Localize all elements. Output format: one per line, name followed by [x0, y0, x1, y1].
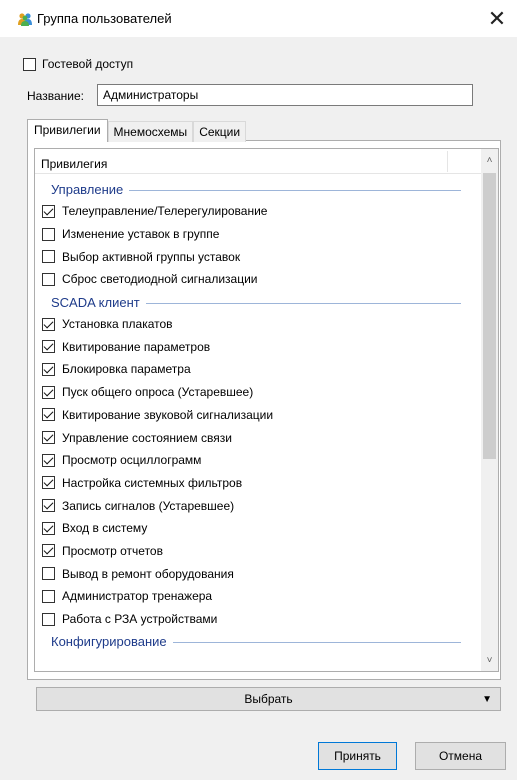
- privilege-checkbox[interactable]: [42, 227, 55, 241]
- privilege-label: Просмотр осциллограмм: [62, 453, 202, 468]
- privilege-label: Вывод в ремонт оборудования: [62, 566, 234, 581]
- name-input[interactable]: [97, 84, 473, 106]
- scrollbar-thumb[interactable]: [483, 173, 496, 459]
- privilege-label: Настройка системных фильтров: [62, 475, 243, 490]
- scroll-up-icon[interactable]: ˄: [481, 152, 498, 169]
- privilege-item[interactable]: Квитирование параметров: [35, 335, 481, 358]
- tab-privileges[interactable]: Привилегии: [27, 119, 108, 142]
- privilege-item[interactable]: Квитирование звуковой сигнализации: [35, 404, 481, 427]
- privilege-checkbox[interactable]: [42, 272, 55, 286]
- privilege-label: Квитирование параметров: [62, 339, 211, 354]
- privilege-item[interactable]: Управление состоянием связи: [35, 426, 481, 449]
- privilege-checkbox[interactable]: [42, 499, 55, 513]
- group-title: SCADA клиент: [51, 294, 146, 310]
- privilege-item[interactable]: Запись сигналов (Устаревшее): [35, 494, 481, 517]
- privilege-label: Работа с РЗА устройствами: [62, 612, 218, 627]
- privilege-checkbox[interactable]: [42, 340, 55, 354]
- privilege-label: Просмотр отчетов: [62, 543, 163, 558]
- group-header: Конфигурирование: [35, 630, 481, 652]
- privilege-checkbox[interactable]: [42, 431, 55, 445]
- group-title: Управление: [51, 182, 130, 197]
- privilege-checkbox[interactable]: [42, 317, 55, 331]
- privilege-checkbox[interactable]: [42, 385, 55, 399]
- group-header: Управление: [35, 178, 481, 200]
- privilege-label: Управление состоянием связи: [62, 430, 232, 445]
- privilege-checkbox[interactable]: [42, 204, 55, 218]
- privilege-label: Сброс светодиодной сигнализации: [62, 272, 258, 287]
- guest-access-row[interactable]: Гостевой доступ: [23, 57, 133, 71]
- group-header: SCADA клиент: [35, 291, 481, 313]
- privilege-item[interactable]: Просмотр осциллограмм: [35, 449, 481, 472]
- name-label: Название:: [27, 89, 84, 103]
- privilege-label: Выбор активной группы уставок: [62, 249, 241, 264]
- privilege-checkbox[interactable]: [42, 453, 55, 467]
- tab-mnemonics[interactable]: Мнемосхемы: [107, 121, 194, 142]
- close-icon: ✕: [487, 6, 507, 31]
- column-divider: [447, 151, 448, 172]
- privilege-item[interactable]: Телеуправление/Телерегулирование: [35, 200, 481, 223]
- privilege-checkbox[interactable]: [42, 362, 55, 376]
- privilege-item[interactable]: Просмотр отчетов: [35, 540, 481, 563]
- tab-sections[interactable]: Секции: [193, 121, 247, 142]
- privilege-checkbox[interactable]: [42, 476, 55, 490]
- privilege-item[interactable]: Администратор тренажера: [35, 585, 481, 608]
- vertical-scrollbar[interactable]: ˄ ˅: [481, 149, 498, 671]
- privilege-item[interactable]: Сброс светодиодной сигнализации: [35, 268, 481, 291]
- column-header-privilege: Привилегия: [41, 157, 108, 171]
- privilege-label: Пуск общего опроса (Устаревшее): [62, 385, 254, 400]
- privilege-checkbox[interactable]: [42, 589, 55, 603]
- cancel-button[interactable]: Отмена: [415, 742, 506, 770]
- guest-access-checkbox[interactable]: [23, 57, 36, 71]
- privilege-item[interactable]: Пуск общего опроса (Устаревшее): [35, 381, 481, 404]
- privilege-item[interactable]: Настройка системных фильтров: [35, 472, 481, 495]
- scroll-down-icon[interactable]: ˅: [481, 652, 498, 669]
- privilege-item[interactable]: Изменение уставок в группе: [35, 223, 481, 246]
- group-title: Конфигурирование: [51, 634, 173, 650]
- privilege-label: Вход в систему: [62, 521, 148, 536]
- privilege-checkbox[interactable]: [42, 612, 55, 626]
- privilege-item[interactable]: Выбор активной группы уставок: [35, 245, 481, 268]
- privilege-label: Администратор тренажера: [62, 589, 213, 604]
- privilege-label: Телеуправление/Телерегулирование: [62, 204, 268, 219]
- accept-button[interactable]: Принять: [318, 742, 397, 770]
- privilege-checkbox[interactable]: [42, 408, 55, 422]
- select-button[interactable]: Выбрать ▼: [36, 687, 501, 711]
- privilege-checkbox[interactable]: [42, 544, 55, 558]
- privileges-rows: Управление Телеуправление/Телерегулирован…: [35, 178, 481, 652]
- tab-strip: Привилегии Мнемосхемы Секции: [27, 119, 247, 142]
- privilege-label: Блокировка параметра: [62, 362, 191, 377]
- privilege-item[interactable]: Вход в систему: [35, 517, 481, 540]
- privilege-item[interactable]: Установка плакатов: [35, 313, 481, 336]
- dropdown-arrow-icon[interactable]: ▼: [482, 694, 492, 705]
- guest-access-label: Гостевой доступ: [42, 57, 134, 71]
- close-button[interactable]: ✕: [477, 0, 517, 38]
- column-header[interactable]: Привилегия: [35, 149, 481, 174]
- privilege-item[interactable]: Вывод в ремонт оборудования: [35, 562, 481, 585]
- privileges-list: Привилегия Управление Телеуправление/Теле…: [34, 148, 499, 672]
- users-icon: [18, 13, 32, 26]
- privilege-checkbox[interactable]: [42, 250, 55, 264]
- privilege-label: Установка плакатов: [62, 317, 173, 332]
- title-bar: Группа пользователей ✕: [0, 0, 517, 38]
- privilege-item[interactable]: Блокировка параметра: [35, 358, 481, 381]
- privilege-checkbox[interactable]: [42, 521, 55, 535]
- window-title: Группа пользователей: [37, 11, 172, 26]
- privilege-label: Изменение уставок в группе: [62, 227, 220, 242]
- privilege-label: Квитирование звуковой сигнализации: [62, 407, 274, 422]
- select-button-label: Выбрать: [244, 692, 293, 706]
- privilege-label: Запись сигналов (Устаревшее): [62, 498, 235, 513]
- privilege-checkbox[interactable]: [42, 567, 55, 581]
- privilege-item[interactable]: Работа с РЗА устройствами: [35, 608, 481, 631]
